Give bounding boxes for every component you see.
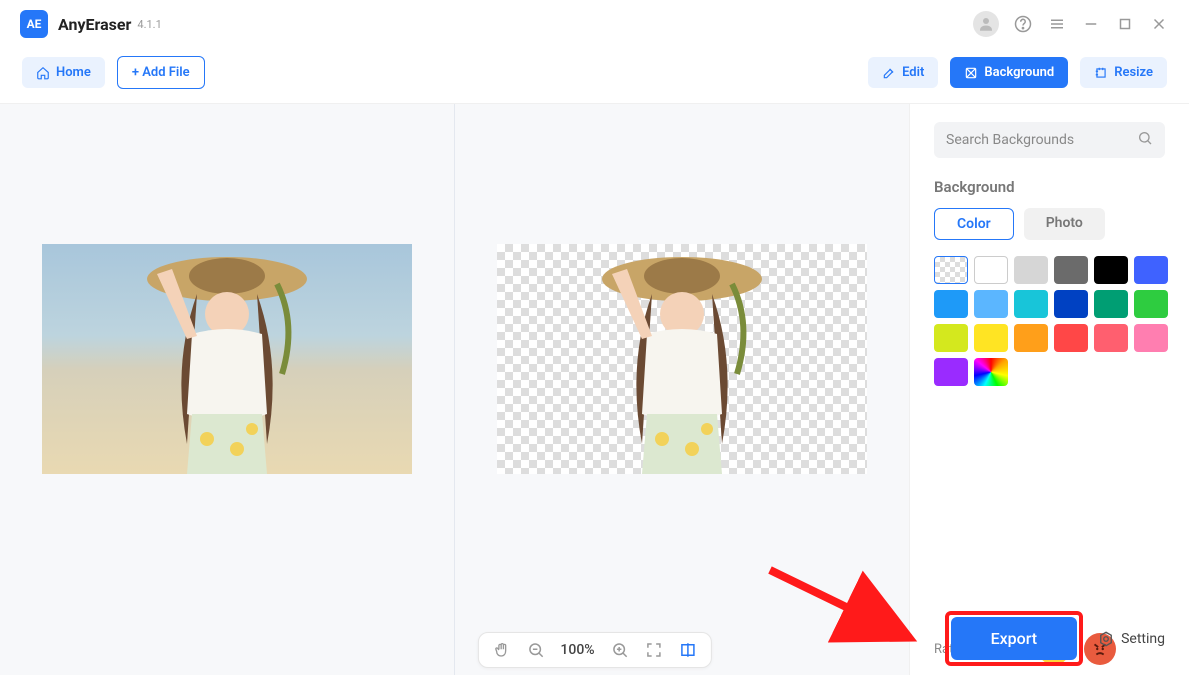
zoom-value: 100% <box>560 642 594 658</box>
export-button[interactable]: Export <box>951 617 1078 660</box>
add-file-label: + Add File <box>132 65 190 80</box>
color-swatch[interactable] <box>1054 290 1088 318</box>
resize-label: Resize <box>1114 65 1153 80</box>
person-figure <box>97 244 357 474</box>
minimize-icon[interactable] <box>1081 14 1101 34</box>
color-swatch[interactable] <box>974 358 1008 386</box>
home-label: Home <box>56 65 91 80</box>
color-swatch[interactable] <box>1134 256 1168 284</box>
background-button[interactable]: Background <box>950 57 1068 88</box>
hand-tool-icon[interactable] <box>492 641 510 659</box>
titlebar: AE AnyEraser 4.1.1 <box>0 0 1189 48</box>
background-section-title: Background <box>934 178 1165 196</box>
edit-label: Edit <box>902 65 924 80</box>
background-label: Background <box>984 65 1054 80</box>
zoom-in-icon[interactable] <box>611 641 629 659</box>
setting-label: Setting <box>1121 631 1165 647</box>
fullscreen-icon[interactable] <box>645 641 663 659</box>
search-wrap[interactable] <box>934 122 1165 158</box>
maximize-icon[interactable] <box>1115 14 1135 34</box>
app-version: 4.1.1 <box>137 18 161 31</box>
original-image <box>42 244 412 474</box>
color-swatch[interactable] <box>1014 256 1048 284</box>
tab-photo[interactable]: Photo <box>1024 208 1105 240</box>
preview-pane <box>0 104 909 675</box>
add-file-button[interactable]: + Add File <box>117 56 205 89</box>
home-button[interactable]: Home <box>22 57 105 88</box>
help-icon[interactable] <box>1013 14 1033 34</box>
color-swatch[interactable] <box>974 324 1008 352</box>
color-swatch[interactable] <box>1094 324 1128 352</box>
background-tabs: Color Photo <box>934 208 1165 240</box>
color-swatch[interactable] <box>934 256 968 284</box>
bottom-bar: 100% Export Setting <box>0 620 1189 680</box>
sidebar: Background Color Photo Rate this result: <box>909 104 1189 675</box>
menu-icon[interactable] <box>1047 14 1067 34</box>
color-swatch[interactable] <box>974 256 1008 284</box>
color-swatch[interactable] <box>1094 256 1128 284</box>
color-swatch[interactable] <box>1014 290 1048 318</box>
color-swatch[interactable] <box>1094 290 1128 318</box>
color-swatch[interactable] <box>934 290 968 318</box>
compare-icon[interactable] <box>679 641 697 659</box>
result-preview <box>455 104 909 675</box>
color-swatch[interactable] <box>1134 290 1168 318</box>
app-logo: AE <box>20 10 48 38</box>
edit-button[interactable]: Edit <box>868 57 938 88</box>
setting-button[interactable]: Setting <box>1097 630 1165 648</box>
zoom-controls: 100% <box>477 632 711 668</box>
result-image <box>497 244 867 474</box>
close-icon[interactable] <box>1149 14 1169 34</box>
main-area: Background Color Photo Rate this result: <box>0 103 1189 675</box>
toolbar: Home + Add File Edit Background Resize <box>0 48 1189 103</box>
color-swatch[interactable] <box>1054 256 1088 284</box>
color-swatch[interactable] <box>1014 324 1048 352</box>
color-swatch[interactable] <box>1054 324 1088 352</box>
export-highlight: Export <box>945 611 1084 666</box>
app-name: AnyEraser <box>58 15 131 34</box>
zoom-out-icon[interactable] <box>526 641 544 659</box>
original-preview <box>0 104 455 675</box>
color-swatch[interactable] <box>934 358 968 386</box>
color-grid <box>934 256 1165 386</box>
export-label: Export <box>991 629 1038 648</box>
resize-button[interactable]: Resize <box>1080 57 1167 88</box>
color-swatch[interactable] <box>934 324 968 352</box>
search-icon <box>1137 130 1153 150</box>
user-avatar[interactable] <box>973 11 999 37</box>
search-input[interactable] <box>946 132 1137 148</box>
color-swatch[interactable] <box>974 290 1008 318</box>
color-swatch[interactable] <box>1134 324 1168 352</box>
tab-color[interactable]: Color <box>934 208 1014 240</box>
person-figure-result <box>552 244 812 474</box>
